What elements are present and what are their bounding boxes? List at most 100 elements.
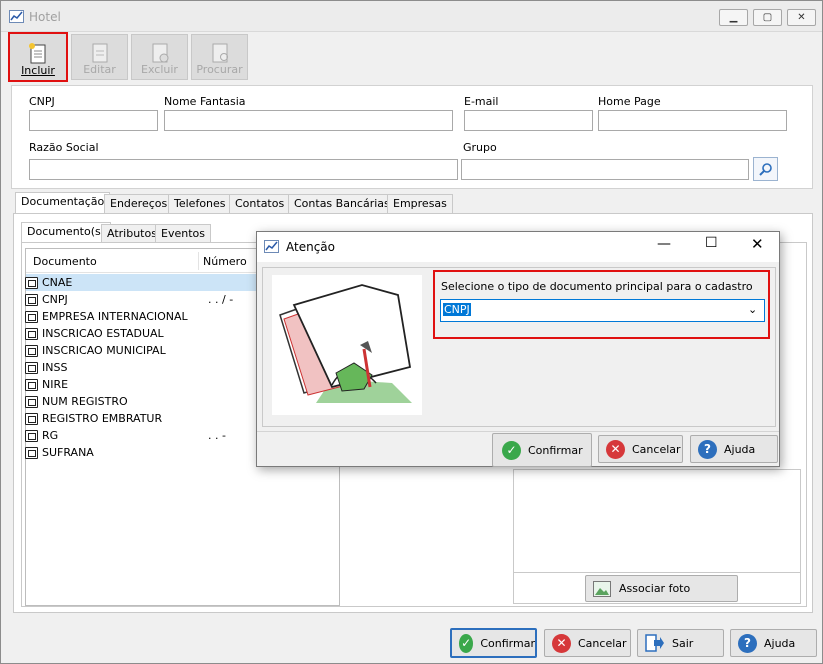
edit-icon: [92, 43, 107, 63]
document-name: NIRE: [42, 378, 69, 391]
title-bar: Hotel ▁ ▢ ✕: [1, 1, 822, 32]
document-name: SUFRANA: [42, 446, 94, 459]
tab-contas-bancarias[interactable]: Contas Bancárias: [288, 194, 396, 213]
table-row[interactable]: SUFRANA: [25, 444, 245, 461]
document-id-icon: [25, 276, 38, 289]
grupo-label: Grupo: [463, 141, 497, 154]
tab-atributos[interactable]: Atributos: [101, 224, 163, 243]
picture-icon: [593, 580, 611, 597]
associar-foto-label: Associar foto: [619, 582, 691, 595]
grupo-search-button[interactable]: [753, 157, 778, 181]
excluir-label: Excluir: [141, 63, 178, 76]
photo-divider: [513, 572, 801, 573]
document-number: . . -: [208, 429, 226, 442]
document-id-icon: [25, 378, 38, 391]
document-name: RG: [42, 429, 59, 442]
help-icon: ?: [698, 439, 717, 459]
chevron-down-icon: ⌄: [748, 303, 758, 316]
dialog-cancelar-label: Cancelar: [632, 442, 681, 456]
dialog-title: Atenção: [286, 240, 335, 254]
search-document-icon: [212, 43, 228, 63]
procurar-button[interactable]: Procurar: [191, 34, 248, 80]
dialog-cancelar-button[interactable]: ✕ Cancelar: [598, 435, 683, 463]
tab-eventos[interactable]: Eventos: [155, 224, 211, 243]
maximize-icon[interactable]: ▢: [753, 9, 782, 26]
ajuda-label: Ajuda: [764, 636, 796, 650]
home-page-field[interactable]: [598, 110, 787, 131]
tab-enderecos[interactable]: Endereços: [104, 194, 174, 213]
document-name: INSCRICAO MUNICIPAL: [42, 344, 166, 357]
tab-contatos[interactable]: Contatos: [229, 194, 291, 213]
search-icon: [758, 163, 772, 176]
document-id-icon: [25, 395, 38, 408]
col-documento[interactable]: Documento: [33, 255, 97, 268]
dialog-maximize-icon[interactable]: ☐: [705, 235, 718, 251]
dialog-ajuda-label: Ajuda: [724, 442, 756, 456]
cancel-icon: ✕: [606, 439, 625, 459]
tab-documentos[interactable]: Documento(s): [21, 222, 112, 243]
table-row[interactable]: EMPRESA INTERNACIONAL: [25, 308, 245, 325]
nome-fantasia-field[interactable]: [164, 110, 453, 131]
dialog-title-bar: Atenção — ☐ ✕: [257, 232, 779, 262]
chart-app-icon: [264, 240, 279, 253]
dialog-separator: [257, 431, 779, 432]
document-id-icon: [25, 310, 38, 323]
minimize-icon[interactable]: ▁: [719, 9, 748, 26]
editar-button[interactable]: Editar: [71, 34, 128, 80]
document-type-select[interactable]: CNPJ ⌄: [440, 299, 765, 322]
main-tabs: Documentação Endereços Telefones Contato…: [13, 192, 813, 214]
confirmar-label: Confirmar: [480, 636, 535, 650]
table-row[interactable]: NUM REGISTRO: [25, 393, 245, 410]
document-name: INSCRICAO ESTADUAL: [42, 327, 164, 340]
document-name: REGISTRO EMBRATUR: [42, 412, 163, 425]
table-row[interactable]: REGISTRO EMBRATUR: [25, 410, 245, 427]
exit-icon: [645, 634, 664, 652]
editar-label: Editar: [83, 63, 116, 76]
new-document-icon: [29, 43, 46, 64]
confirmar-button[interactable]: ✓ Confirmar: [450, 628, 537, 658]
tab-empresas[interactable]: Empresas: [387, 194, 453, 213]
close-icon[interactable]: ✕: [787, 9, 816, 26]
tab-telefones[interactable]: Telefones: [168, 194, 232, 213]
excluir-button[interactable]: Excluir: [131, 34, 188, 80]
sair-button[interactable]: Sair: [637, 629, 724, 657]
delete-icon: [152, 43, 168, 63]
table-row[interactable]: INSCRICAO ESTADUAL: [25, 325, 245, 342]
table-row[interactable]: INSCRICAO MUNICIPAL: [25, 342, 245, 359]
document-number: . . / -: [208, 293, 234, 306]
prompt-label: Selecione o tipo de documento principal …: [441, 280, 753, 293]
ajuda-button[interactable]: ? Ajuda: [730, 629, 817, 657]
cnpj-field[interactable]: [29, 110, 158, 131]
select-value: CNPJ: [443, 303, 471, 316]
email-field[interactable]: [464, 110, 593, 131]
tab-documentacao[interactable]: Documentação: [15, 192, 111, 213]
dialog-confirmar-button[interactable]: ✓ Confirmar: [492, 433, 592, 467]
document-illustration: [272, 275, 422, 415]
document-id-icon: [25, 293, 38, 306]
dialog-close-icon[interactable]: ✕: [751, 235, 764, 253]
nome-fantasia-label: Nome Fantasia: [164, 95, 246, 108]
document-name: INSS: [42, 361, 68, 374]
document-name: CNPJ: [42, 293, 68, 306]
cancelar-label: Cancelar: [578, 636, 627, 650]
help-icon: ?: [738, 633, 757, 653]
dialog-ajuda-button[interactable]: ? Ajuda: [690, 435, 778, 463]
table-row[interactable]: CNAE: [25, 274, 245, 291]
procurar-label: Procurar: [196, 63, 243, 76]
home-page-label: Home Page: [598, 95, 661, 108]
razao-social-field[interactable]: [29, 159, 458, 180]
table-row[interactable]: INSS: [25, 359, 245, 376]
table-row[interactable]: NIRE: [25, 376, 245, 393]
dialog-minimize-icon[interactable]: —: [657, 236, 671, 252]
cancel-icon: ✕: [552, 633, 571, 653]
document-id-icon: [25, 412, 38, 425]
cancelar-button[interactable]: ✕ Cancelar: [544, 629, 631, 657]
check-icon: ✓: [502, 440, 521, 460]
col-numero[interactable]: Número: [203, 255, 247, 268]
associar-foto-button[interactable]: Associar foto: [585, 575, 738, 602]
email-label: E-mail: [464, 95, 499, 108]
incluir-button[interactable]: Incluir: [8, 32, 68, 82]
sair-label: Sair: [672, 636, 694, 650]
grupo-field[interactable]: [461, 159, 749, 180]
document-id-icon: [25, 361, 38, 374]
